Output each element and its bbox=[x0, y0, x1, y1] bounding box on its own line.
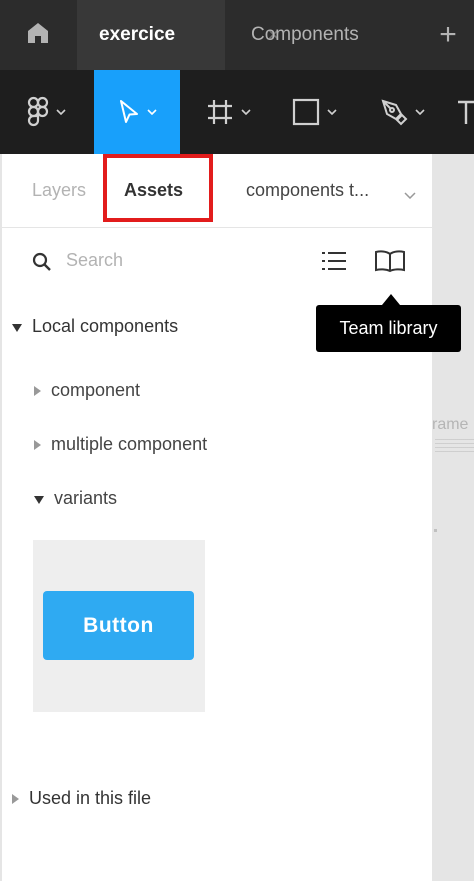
team-library-tooltip: Team library bbox=[316, 305, 461, 352]
rectangle-icon bbox=[292, 98, 320, 126]
tree-item-component[interactable]: component bbox=[34, 380, 140, 401]
tree-item-multiple-component[interactable]: multiple component bbox=[34, 434, 207, 455]
text-icon bbox=[456, 98, 474, 126]
panel-tabs: Layers Assets components t... bbox=[2, 154, 432, 228]
frame-preview bbox=[435, 439, 474, 453]
tab-components[interactable]: Components bbox=[251, 0, 359, 70]
toolbar bbox=[0, 70, 474, 154]
home-icon bbox=[26, 21, 50, 50]
frame-icon bbox=[206, 98, 234, 126]
search-icon bbox=[32, 252, 52, 277]
frame-label: rame bbox=[432, 416, 469, 433]
tab-assets[interactable]: Assets bbox=[124, 180, 183, 201]
search-input[interactable] bbox=[66, 250, 266, 271]
tree-item-label: multiple component bbox=[51, 434, 208, 454]
search-row bbox=[2, 244, 432, 284]
section-label: Used in this file bbox=[29, 788, 152, 808]
triangle-right-icon bbox=[34, 380, 41, 401]
pen-tool-button[interactable] bbox=[360, 70, 444, 154]
canvas[interactable]: rame bbox=[432, 154, 474, 881]
main-menu-button[interactable] bbox=[0, 70, 92, 154]
chevron-down-icon bbox=[240, 109, 251, 115]
tree-item-label: component bbox=[51, 380, 141, 400]
triangle-right-icon bbox=[34, 434, 41, 455]
component-thumbnail[interactable]: Button bbox=[33, 540, 205, 712]
frame-tool-button[interactable] bbox=[186, 70, 270, 154]
triangle-down-icon bbox=[12, 316, 22, 337]
list-view-icon[interactable] bbox=[322, 250, 346, 277]
rectangle-tool-button[interactable] bbox=[272, 70, 356, 154]
tab-label: Components bbox=[251, 24, 359, 45]
team-library-icon[interactable] bbox=[374, 249, 406, 278]
tree-item-variants[interactable]: variants bbox=[34, 488, 117, 509]
used-in-file-header[interactable]: Used in this file bbox=[12, 788, 151, 809]
tab-exercice[interactable]: exercice × bbox=[77, 0, 280, 70]
canvas-dot bbox=[434, 529, 437, 532]
assets-panel: Layers Assets components t... Search Loc… bbox=[0, 154, 432, 881]
pen-icon bbox=[380, 98, 408, 126]
triangle-down-icon bbox=[34, 488, 44, 509]
cursor-icon bbox=[118, 99, 140, 125]
chevron-down-icon bbox=[55, 109, 66, 115]
tree-item-label: variants bbox=[54, 488, 118, 508]
chevron-down-icon bbox=[146, 109, 157, 115]
move-tool-button[interactable] bbox=[94, 70, 180, 154]
chevron-down-icon bbox=[326, 109, 337, 115]
triangle-right-icon bbox=[12, 788, 19, 809]
chevron-down-icon bbox=[414, 109, 425, 115]
local-components-header[interactable]: Local components bbox=[12, 316, 178, 337]
section-label: Local components bbox=[32, 316, 179, 336]
tab-layers[interactable]: Layers bbox=[32, 180, 86, 201]
text-tool-button[interactable] bbox=[456, 70, 474, 154]
tooltip-arrow bbox=[382, 294, 400, 305]
home-button[interactable] bbox=[0, 0, 76, 70]
tab-label: exercice bbox=[99, 24, 176, 45]
button-component-preview: Button bbox=[43, 591, 194, 660]
figma-logo-icon bbox=[27, 96, 49, 128]
page-selector[interactable]: components t... bbox=[246, 180, 369, 201]
new-tab-button[interactable]: + bbox=[428, 0, 468, 70]
chevron-down-icon[interactable] bbox=[404, 186, 416, 204]
tab-bar: exercice × Components + bbox=[0, 0, 474, 70]
